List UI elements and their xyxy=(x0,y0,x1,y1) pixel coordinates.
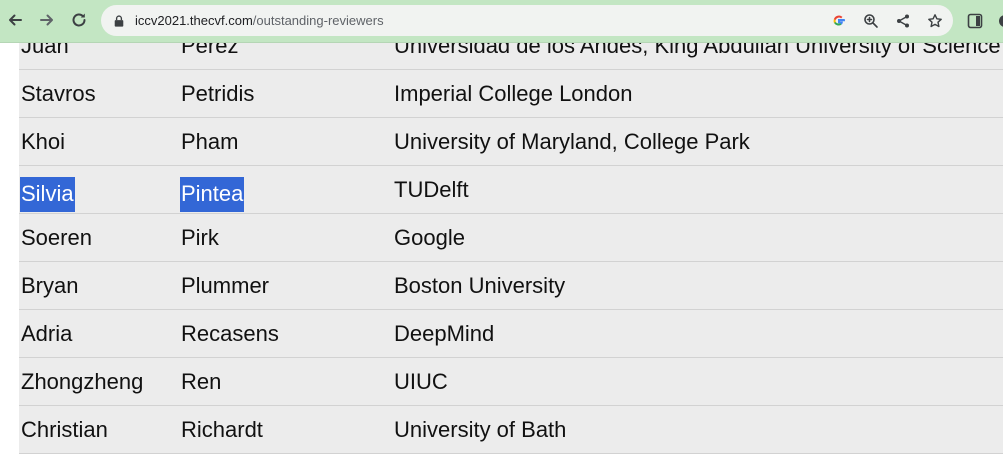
table-row: Soeren Pirk Google xyxy=(19,214,1003,262)
last-name-cell: Pham xyxy=(181,129,239,154)
url-host: iccv2021.thecvf.com xyxy=(135,13,253,28)
last-name-cell: Pintea xyxy=(180,177,245,212)
last-name-cell: Pirk xyxy=(181,225,219,250)
profile-icon[interactable] xyxy=(994,10,1003,32)
back-icon xyxy=(9,14,22,26)
back-button[interactable] xyxy=(0,5,30,35)
table-row: Stavros Petridis Imperial College London xyxy=(19,70,1003,118)
first-name-cell: Silvia xyxy=(20,177,75,212)
table-row: Christian Richardt University of Bath xyxy=(19,406,1003,454)
page-content: Juan Perez Universidad de los Andes, King … xyxy=(0,43,1003,461)
first-name-cell: Juan xyxy=(21,43,69,58)
table-row: Khoi Pham University of Maryland, College … xyxy=(19,118,1003,166)
reviewers-table: Juan Perez Universidad de los Andes, King … xyxy=(19,43,1003,454)
url-text[interactable]: iccv2021.thecvf.com/outstanding-reviewer… xyxy=(135,12,384,29)
url-path: /outstanding-reviewers xyxy=(252,13,384,28)
reload-button[interactable] xyxy=(64,5,94,35)
first-name-cell: Khoi xyxy=(21,129,66,154)
institution-cell: Google xyxy=(394,225,465,250)
address-bar[interactable]: iccv2021.thecvf.com/outstanding-reviewer… xyxy=(101,5,953,36)
share-icon[interactable] xyxy=(892,10,914,32)
extension-icon[interactable] xyxy=(964,10,986,32)
first-name-cell: Christian xyxy=(21,417,108,442)
lock-icon[interactable] xyxy=(112,13,126,28)
table-row: Juan Perez Universidad de los Andes, King … xyxy=(19,43,1003,70)
last-name-cell: Plummer xyxy=(181,273,270,298)
table-row: Zhongzheng Ren UIUC xyxy=(19,358,1003,406)
last-name-cell: Recasens xyxy=(181,321,279,346)
last-name-cell: Petridis xyxy=(181,81,255,106)
institution-cell: DeepMind xyxy=(394,321,495,346)
first-name-cell: Stavros xyxy=(21,81,96,106)
zoom-icon[interactable] xyxy=(860,10,882,32)
forward-button[interactable] xyxy=(32,5,62,35)
first-name-cell: Adria xyxy=(21,321,73,346)
institution-cell: UIUC xyxy=(394,369,448,394)
bookmark-star-icon[interactable] xyxy=(924,10,946,32)
google-icon[interactable] xyxy=(828,10,850,32)
institution-cell: TUDelft xyxy=(394,177,469,202)
table-row: Adria Recasens DeepMind xyxy=(19,310,1003,358)
institution-cell: Boston University xyxy=(394,273,566,298)
reload-icon xyxy=(72,13,86,27)
last-name-cell: Ren xyxy=(181,369,222,394)
institution-cell: Imperial College London xyxy=(394,81,633,106)
institution-cell: University of Bath xyxy=(394,417,567,442)
table-row: Bryan Plummer Boston University xyxy=(19,262,1003,310)
institution-cell: Universidad de los Andes, King Abdullah … xyxy=(394,43,1001,58)
institution-cell: University of Maryland, College Park xyxy=(394,129,750,154)
last-name-cell: Richardt xyxy=(181,417,263,442)
forward-icon xyxy=(40,14,53,26)
last-name-cell: Perez xyxy=(181,43,239,58)
first-name-cell: Soeren xyxy=(21,225,92,250)
first-name-cell: Bryan xyxy=(21,273,79,298)
table-row: Silvia Pintea TUDelft xyxy=(19,166,1003,214)
first-name-cell: Zhongzheng xyxy=(21,369,144,394)
browser-toolbar: iccv2021.thecvf.com/outstanding-reviewer… xyxy=(0,0,1003,43)
